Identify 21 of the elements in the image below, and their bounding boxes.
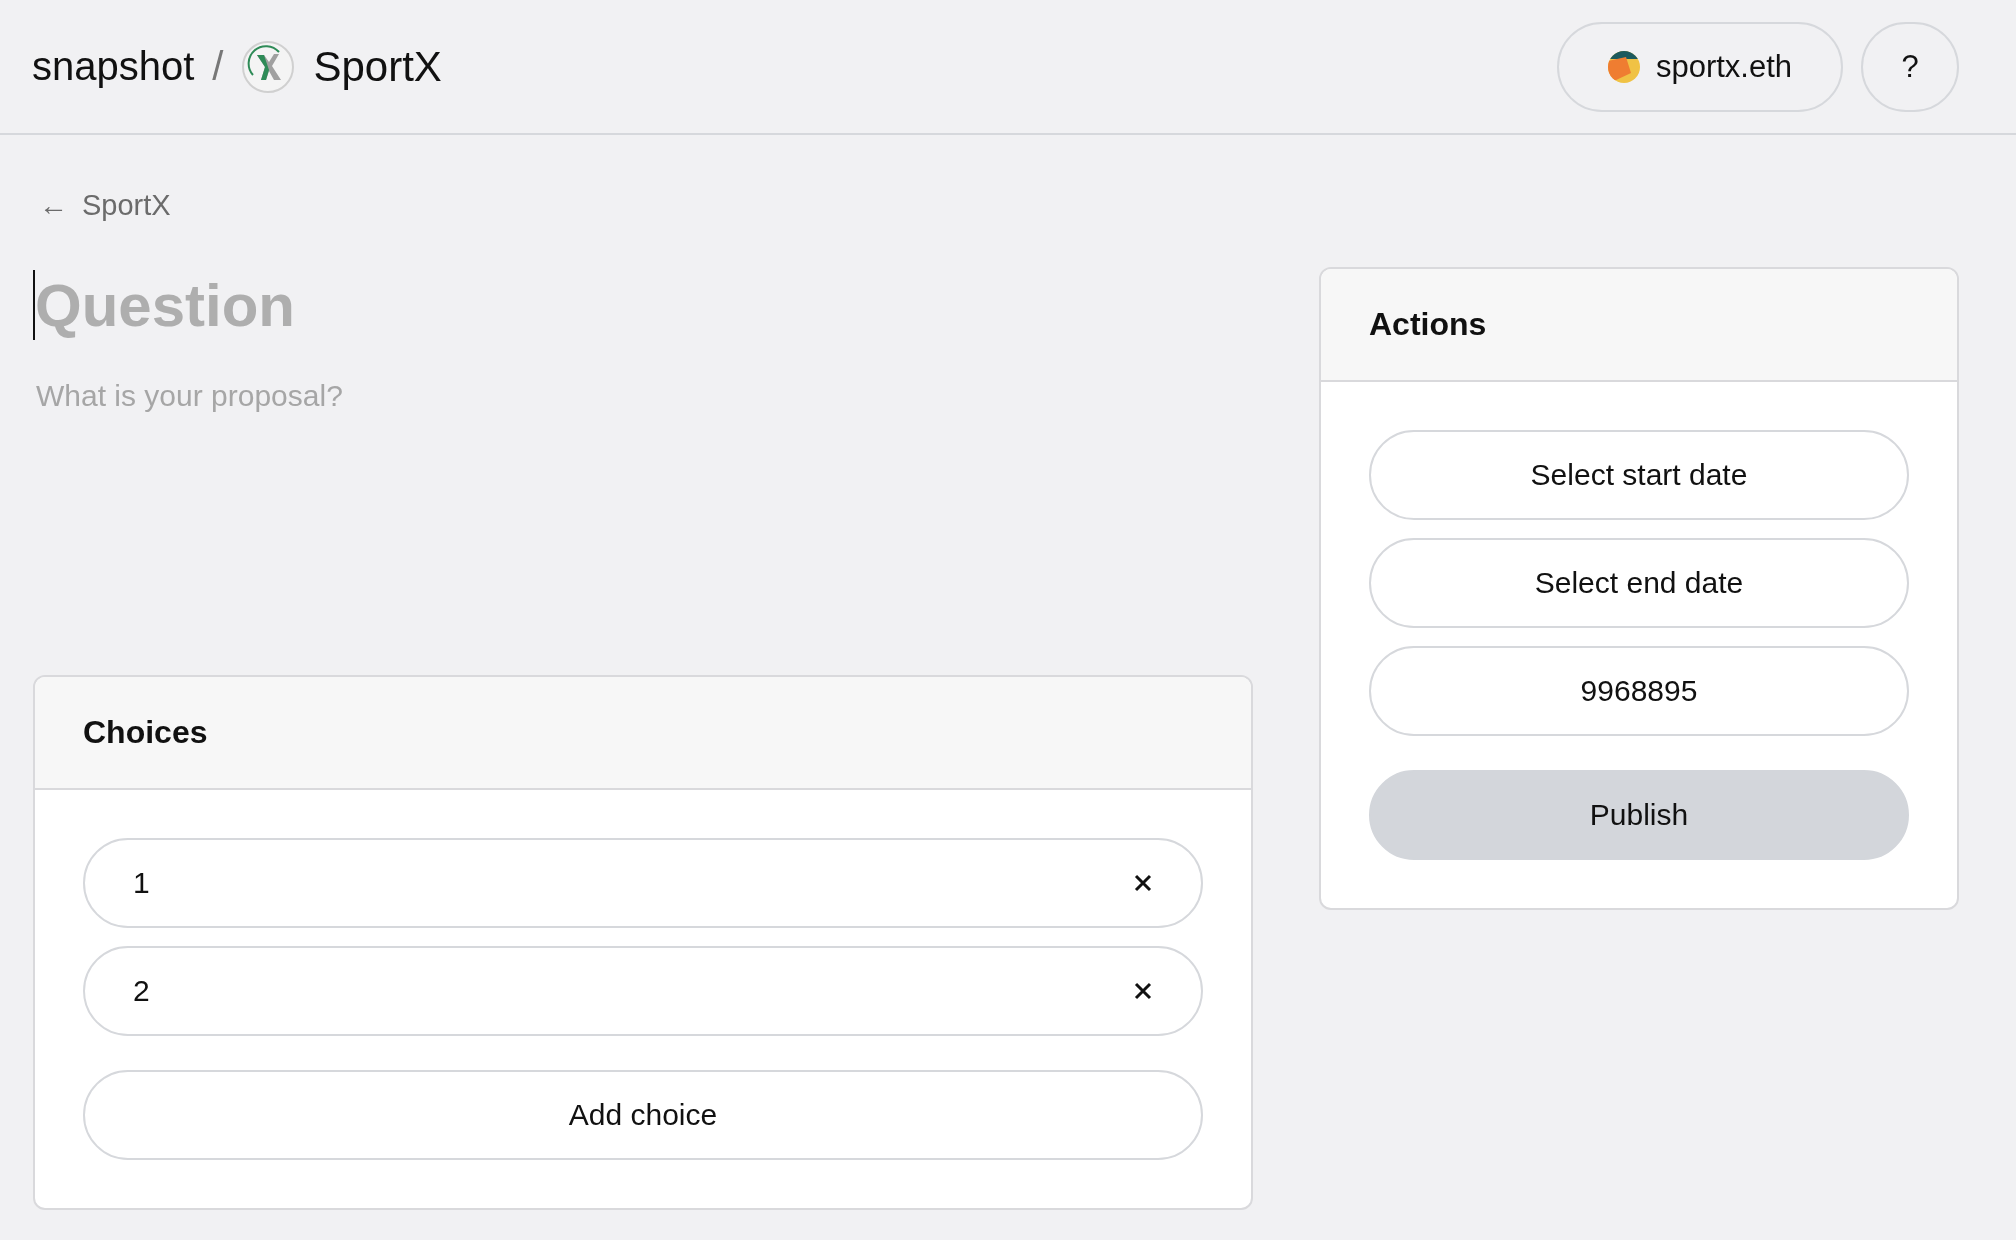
brand-name[interactable]: snapshot xyxy=(32,44,195,89)
add-choice-button[interactable]: Add choice xyxy=(83,1070,1203,1160)
help-button[interactable]: ? xyxy=(1861,21,1959,112)
space-logo-icon xyxy=(241,39,296,94)
action-button[interactable]: Select end date xyxy=(1369,538,1909,628)
space-name[interactable]: SportX xyxy=(313,42,442,91)
card-title: Actions xyxy=(1321,269,1957,382)
breadcrumb-separator: / xyxy=(212,44,224,89)
card-title: Choices xyxy=(35,677,1251,790)
title-input-field[interactable]: Question xyxy=(35,270,1215,340)
avatar-icon xyxy=(1607,50,1640,83)
action-button[interactable]: 9968895 xyxy=(1369,646,1909,736)
text-caret xyxy=(33,270,35,340)
proposal-text-field[interactable]: What is your proposal? xyxy=(33,379,1216,675)
back-arrow[interactable]: ← xyxy=(39,188,68,222)
choice-input-field[interactable]: 2 xyxy=(83,946,1203,1036)
back-link[interactable]: SportX xyxy=(82,188,171,222)
publish-button[interactable]: Publish xyxy=(1369,770,1909,860)
choice-input-field[interactable]: 1 xyxy=(83,838,1203,928)
account-button[interactable]: sportx.eth xyxy=(1557,21,1843,112)
action-button[interactable]: Select start date xyxy=(1369,430,1909,520)
